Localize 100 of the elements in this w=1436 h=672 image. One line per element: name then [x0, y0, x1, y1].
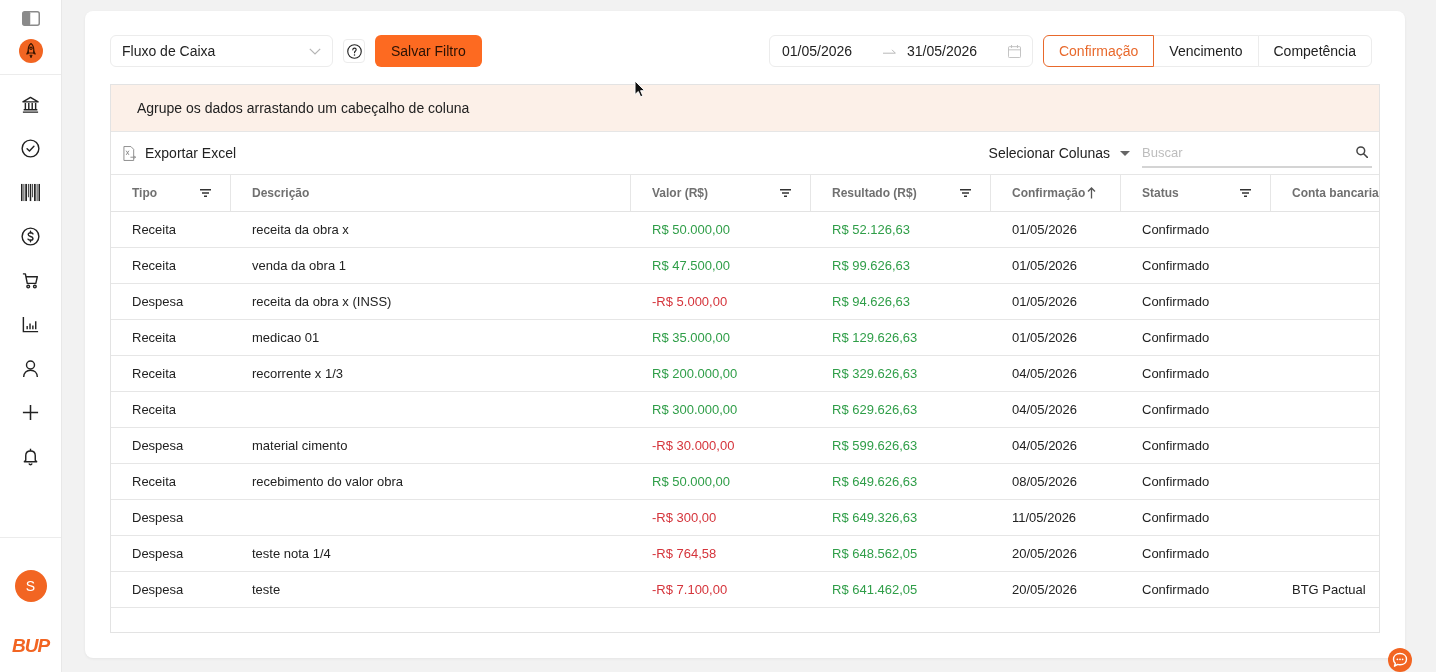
user-icon[interactable] — [21, 358, 40, 378]
table-cell-text: -R$ 764,58 — [651, 545, 718, 563]
table-cell-text: Confirmado — [1141, 437, 1211, 455]
table-cell-text: Receita — [131, 221, 178, 239]
column-header[interactable]: Tipo — [111, 175, 231, 211]
caret-down-icon — [1120, 150, 1130, 156]
table-cell-text: Confirmado — [1141, 293, 1211, 311]
check-circle-icon[interactable] — [21, 138, 40, 158]
table-cell-text: Confirmado — [1141, 329, 1211, 347]
table-cell-text: Confirmado — [1141, 221, 1211, 239]
table-cell-text: Receita — [131, 365, 178, 383]
help-icon — [346, 43, 362, 59]
table-cell-text: Confirmado — [1141, 401, 1211, 419]
table-cell-text: R$ 649.326,63 — [831, 509, 919, 527]
table-cell-text: Confirmado — [1141, 581, 1211, 599]
cursor-icon — [634, 80, 646, 98]
table-cell-text: R$ 47.500,00 — [651, 257, 732, 275]
column-chooser-button[interactable]: Selecionar Colunas — [988, 145, 1130, 161]
save-filter-button[interactable]: Salvar Filtro — [375, 35, 482, 67]
table-cell-text: 01/05/2026 — [1011, 257, 1079, 275]
table-cell-text: R$ 300.000,00 — [651, 401, 739, 419]
user-avatar[interactable]: S — [14, 570, 47, 602]
table-cell-text: -R$ 5.000,00 — [651, 293, 729, 311]
help-button[interactable] — [343, 39, 365, 63]
table-cell-text: 08/05/2026 — [1011, 473, 1079, 491]
rocket-icon[interactable] — [18, 39, 43, 63]
column-header[interactable]: Confirmação — [991, 175, 1121, 211]
table-cell-text: BTG Pactual — [1291, 581, 1367, 599]
table-cell-text: Despesa — [131, 509, 185, 527]
table-cell-text: R$ 599.626,63 — [831, 437, 919, 455]
column-header[interactable]: Status — [1121, 175, 1271, 211]
table-cell-text: Receita — [131, 473, 178, 491]
table-cell-text: 11/05/2026 — [1011, 509, 1078, 527]
table-cell-text: Despesa — [131, 437, 185, 455]
table-cell-text: Despesa — [131, 581, 185, 599]
group-panel-hint: Agrupe os dados arrastando um cabeçalho de coluna — [137, 100, 470, 116]
table-cell-text: R$ 649.626,63 — [831, 473, 919, 491]
table-cell-text: R$ 629.626,63 — [831, 401, 919, 419]
arrow-right-icon — [883, 48, 897, 54]
table-cell-text: teste — [251, 581, 282, 599]
table-cell-text: R$ 641.462,05 — [831, 581, 919, 599]
excel-file-icon — [123, 145, 136, 161]
barcode-icon[interactable] — [21, 182, 40, 202]
cart-icon[interactable] — [21, 270, 40, 290]
search-field[interactable]: Buscar — [1142, 138, 1372, 168]
table-cell-text: 01/05/2026 — [1011, 221, 1079, 239]
table-cell-text: -R$ 7.100,00 — [651, 581, 729, 599]
plus-icon[interactable] — [21, 402, 40, 422]
table-cell-text: 04/05/2026 — [1011, 401, 1079, 419]
panel-toggle-icon[interactable] — [21, 11, 40, 26]
filter-icon[interactable] — [780, 189, 791, 197]
table-cell-text: R$ 129.626,63 — [831, 329, 919, 347]
table-cell-text: Receita — [131, 329, 178, 347]
filter-icon[interactable] — [200, 189, 211, 197]
date-basis-tab[interactable]: Confirmação — [1042, 35, 1155, 67]
table-cell-text: 20/05/2026 — [1011, 581, 1079, 599]
search-icon — [1356, 146, 1368, 158]
table-cell-text: R$ 50.000,00 — [651, 221, 732, 239]
column-header[interactable]: Resultado (R$) — [811, 175, 991, 211]
table-cell-text: R$ 648.562,05 — [831, 545, 919, 563]
table-cell-text: R$ 35.000,00 — [651, 329, 732, 347]
table-cell-text: R$ 52.126,63 — [831, 221, 912, 239]
calendar-icon — [1007, 44, 1021, 58]
table-cell-text: venda da obra 1 — [251, 257, 347, 275]
column-header[interactable]: Conta bancaria — [1271, 175, 1379, 211]
table-cell-text: Despesa — [131, 545, 185, 563]
table-cell-text: Receita — [131, 257, 178, 275]
column-header[interactable]: Valor (R$) — [631, 175, 811, 211]
column-header[interactable]: Descrição — [231, 175, 631, 211]
table-cell-text: R$ 50.000,00 — [651, 473, 732, 491]
table-cell-text: Despesa — [131, 293, 185, 311]
table-cell-text: Confirmado — [1141, 545, 1211, 563]
table-cell-text: Confirmado — [1141, 257, 1211, 275]
report-select[interactable]: Fluxo de Caixa — [110, 35, 333, 67]
table-cell-text: Confirmado — [1141, 509, 1211, 527]
dollar-circle-icon[interactable] — [21, 226, 40, 246]
bell-icon[interactable] — [21, 446, 40, 466]
table-cell-text: R$ 94.626,63 — [831, 293, 912, 311]
table-cell-text: R$ 99.626,63 — [831, 257, 912, 275]
date-range-field[interactable]: 01/05/2026 31/05/2026 — [768, 35, 1033, 67]
table-cell-text: Confirmado — [1141, 473, 1211, 491]
table-cell-text: receita da obra x (INSS) — [251, 293, 393, 311]
filter-icon[interactable] — [1240, 189, 1251, 197]
bar-chart-icon[interactable] — [21, 314, 40, 334]
table-cell-text: 04/05/2026 — [1011, 365, 1079, 383]
chat-icon[interactable] — [1388, 648, 1412, 672]
date-basis-tab[interactable]: Vencimento — [1153, 35, 1259, 67]
table-cell-text: medicao 01 — [251, 329, 321, 347]
filter-icon[interactable] — [960, 189, 971, 197]
table-cell-text: -R$ 30.000,00 — [651, 437, 736, 455]
export-excel-button[interactable]: Exportar Excel — [123, 145, 237, 161]
table-cell-text: teste nota 1/4 — [251, 545, 332, 563]
bank-icon[interactable] — [21, 94, 40, 114]
table-cell-text: receita da obra x — [251, 221, 350, 239]
chevron-down-icon — [309, 47, 321, 55]
table-cell-text: 20/05/2026 — [1011, 545, 1079, 563]
table-cell-text: 01/05/2026 — [1011, 329, 1079, 347]
date-basis-tab[interactable]: Competência — [1257, 35, 1372, 67]
table-cell-text: Receita — [131, 401, 178, 419]
brand-logo: BUP — [11, 636, 50, 656]
